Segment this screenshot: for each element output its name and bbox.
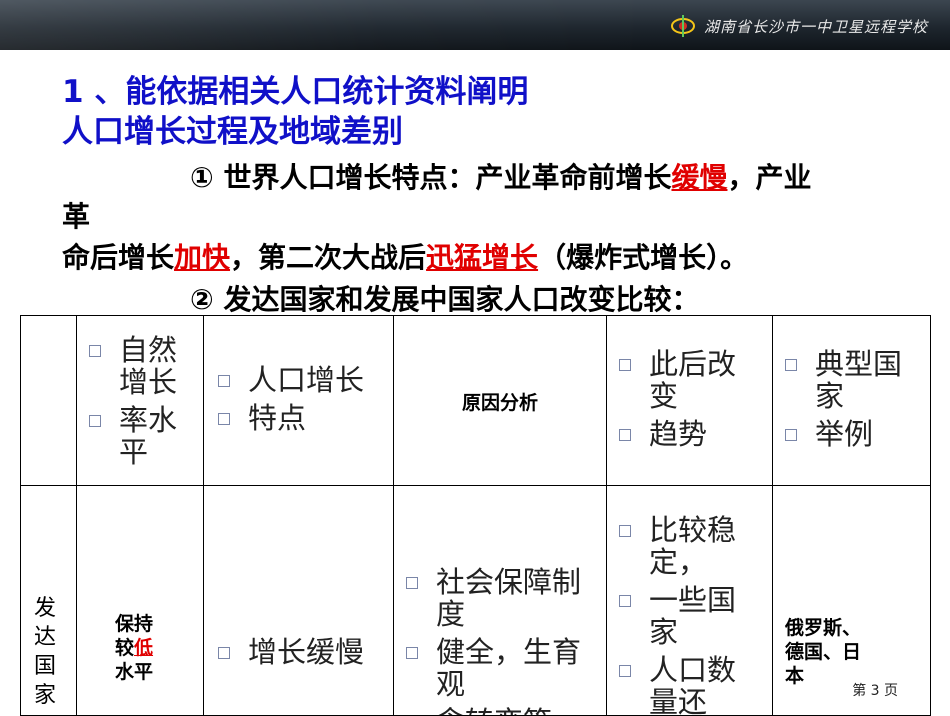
p1-highlight-slow: 缓慢 xyxy=(671,161,728,194)
table-header-future-trend: 此后改变 趋势 xyxy=(607,316,773,486)
p2-text-a: 命后增长 xyxy=(62,241,175,274)
bullet-icon xyxy=(218,647,230,659)
bullet-icon xyxy=(619,359,631,371)
paragraph-3: ② 发达国家和发展中国家人口改变比较： xyxy=(190,283,700,316)
p1-text-a: ① 世界人口增长特点：产业革命前增长 xyxy=(190,161,672,194)
top-banner: 湖南省长沙市一中卫星远程学校 xyxy=(0,0,950,50)
table-header-corner xyxy=(21,316,77,486)
heading-line-2: 人口增长过程及地域差别 xyxy=(62,114,403,150)
table-header-cause: 原因分析 xyxy=(394,316,607,486)
paragraph-1: ① 世界人口增长特点：产业革命前增长缓慢，产业 xyxy=(190,160,812,196)
school-logo-icon xyxy=(670,14,696,38)
heading-line-1: 1 、能依据相关人口统计资料阐明 xyxy=(62,74,529,110)
highlight-low: 低 xyxy=(134,637,154,659)
school-brand: 湖南省长沙市一中卫星远程学校 xyxy=(670,14,928,38)
bullet-icon xyxy=(785,429,797,441)
row-future-trend: 比较稳定， 一些国家 人口数量还 xyxy=(607,486,773,716)
school-name: 湖南省长沙市一中卫星远程学校 xyxy=(703,17,928,36)
p2-text-b: ，第二次大战后 xyxy=(230,241,427,274)
row-label-developed: 发达国家 xyxy=(21,486,77,716)
row-cause-analysis: 社会保障制度 健全，生育观 念转变等 xyxy=(394,486,607,716)
p2-highlight-rapid: 迅猛增长 xyxy=(426,241,539,274)
bullet-icon xyxy=(218,375,230,387)
bullet-icon xyxy=(785,359,797,371)
paragraph-2: 命后增长加快，第二次大战后迅猛增长（爆炸式增长）。 xyxy=(62,240,748,276)
paragraph-1-wrap: 革 xyxy=(62,200,91,233)
bullet-icon xyxy=(89,415,101,427)
bullet-icon xyxy=(406,577,418,589)
p2-highlight-faster: 加快 xyxy=(174,241,231,274)
bullet-icon xyxy=(406,647,418,659)
p1-text-b: ，产业 xyxy=(727,161,812,194)
page-number: 第 3 页 xyxy=(852,683,898,699)
table-header-natural-growth: 自然增长 率水平 xyxy=(77,316,204,486)
bullet-icon xyxy=(619,525,631,537)
row-natural-growth-level: 保持 较低 水平 xyxy=(77,486,204,716)
bullet-icon xyxy=(218,413,230,425)
bullet-icon xyxy=(619,429,631,441)
table-header-examples: 典型国家 举例 xyxy=(773,316,931,486)
comparison-table: 自然增长 率水平 人口增长 特点 原因分析 此后改变 趋势 典型国家 举例 发达… xyxy=(20,315,931,716)
bullet-icon xyxy=(619,595,631,607)
slide-heading: 1 、能依据相关人口统计资料阐明 人口增长过程及地域差别 xyxy=(62,72,528,152)
bullet-icon xyxy=(619,665,631,677)
bullet-icon xyxy=(89,345,101,357)
row-growth-traits: 增长缓慢 xyxy=(204,486,394,716)
p2-text-c: （爆炸式增长）。 xyxy=(538,241,749,274)
table-header-growth-traits: 人口增长 特点 xyxy=(204,316,394,486)
